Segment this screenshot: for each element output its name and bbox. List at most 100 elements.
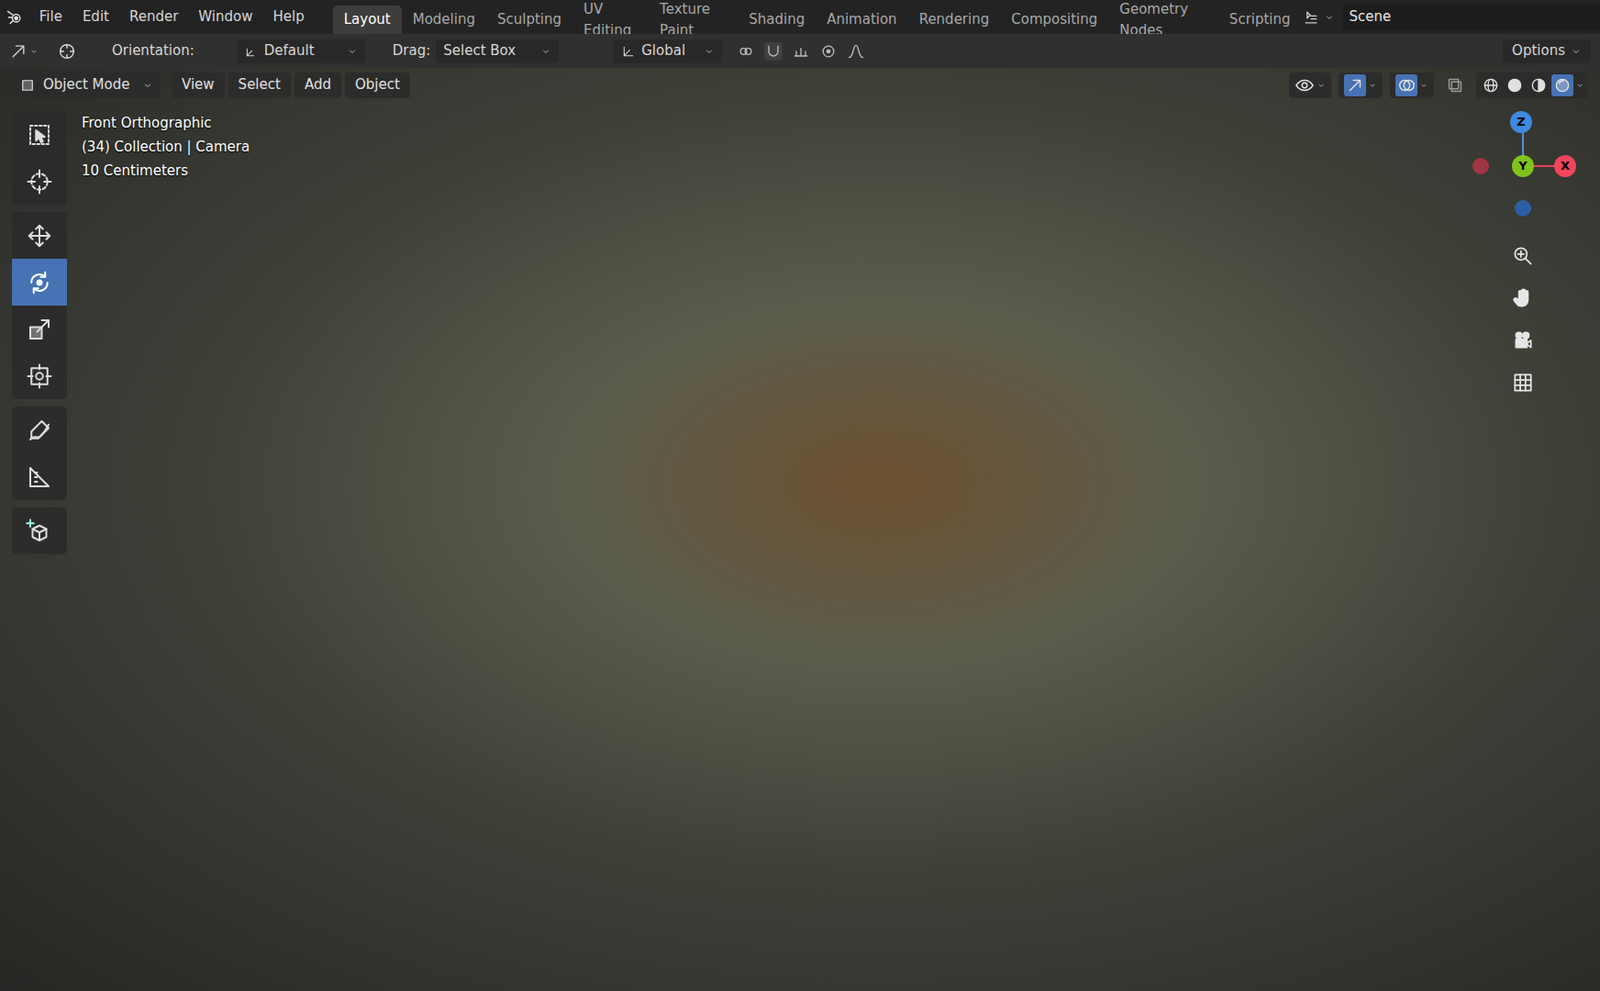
gizmo-y-axis[interactable]: Y — [1511, 155, 1534, 178]
object-mode-icon — [19, 77, 36, 94]
proportional-icon[interactable] — [819, 42, 838, 61]
gizmo-toggle[interactable] — [1338, 72, 1383, 99]
viewport-info: Front Orthographic(34) Collection | Came… — [81, 111, 250, 991]
tool-group — [11, 211, 67, 400]
navigation: ZYX — [1463, 111, 1583, 991]
overlays-toggle[interactable] — [1389, 72, 1434, 99]
menu-item[interactable]: Help — [263, 0, 315, 34]
viewport-header: Object Mode ViewSelectAddObject — [0, 67, 1600, 102]
workspace-tab[interactable]: UV Editing — [572, 5, 649, 34]
workspace-tab[interactable]: Compositing — [1000, 5, 1109, 34]
dropdown-arrow-icon — [346, 45, 358, 57]
viewport-display-controls — [1288, 72, 1589, 99]
tool-move-button[interactable] — [11, 211, 67, 259]
tool-measure-button[interactable] — [11, 453, 67, 500]
pivot-icon[interactable] — [56, 41, 85, 62]
workspace-tab[interactable]: Geometry Nodes — [1108, 5, 1219, 34]
tool-scale-button[interactable] — [11, 305, 67, 353]
menu-item[interactable]: Window — [188, 0, 263, 34]
dropdown-value: Global — [641, 40, 699, 62]
workspace-tab[interactable]: Modeling — [401, 5, 487, 34]
active-tool[interactable] — [9, 42, 52, 61]
gizmo-neg-x-axis[interactable] — [1472, 157, 1489, 175]
menu-item[interactable]: File — [29, 0, 73, 34]
snapping-tools — [736, 42, 866, 61]
viewport-menu[interactable]: Object — [344, 72, 411, 99]
viewport-menu[interactable]: View — [171, 72, 225, 99]
tool-group — [11, 406, 67, 500]
dropdown-value: Select Box — [443, 40, 535, 62]
orientation-dropdown[interactable]: Default — [236, 39, 366, 64]
workspace-tab[interactable]: Sculpting — [486, 5, 573, 34]
workspace-tab[interactable]: Rendering — [908, 5, 1001, 34]
tool-settings-icon — [9, 42, 28, 61]
hand-icon[interactable] — [1506, 281, 1540, 315]
snap-target-icon[interactable] — [791, 42, 811, 61]
dropdown-arrow-icon — [540, 45, 552, 57]
tool-header: Orientation: Default Drag: Select Box Global… — [0, 33, 1600, 68]
gizmo-x-axis[interactable]: X — [1554, 155, 1577, 178]
workspace-tab[interactable]: Texture Paint — [648, 5, 738, 34]
scene-selector[interactable] — [1301, 8, 1335, 27]
dropdown-arrow-icon — [1316, 80, 1326, 90]
dropdown-value: Default — [264, 40, 342, 62]
transform-orientation-dropdown[interactable]: Global — [613, 39, 723, 64]
drag-dropdown[interactable]: Select Box — [435, 39, 559, 64]
xray-icon[interactable] — [1441, 75, 1469, 96]
tool-cursor-button[interactable] — [11, 157, 67, 205]
dropdown-arrow-icon — [703, 45, 715, 57]
tool-select-button[interactable] — [11, 111, 67, 158]
mode-value: Object Mode — [43, 74, 135, 96]
viewport-menu[interactable]: Select — [228, 72, 291, 99]
snap-icon[interactable] — [764, 42, 783, 61]
options-label: Options — [1511, 40, 1566, 62]
shading-modes — [1476, 72, 1589, 99]
viewport-render[interactable]: Object Mode ViewSelectAddObject Front Orth… — [0, 67, 1600, 991]
viewport-body: Front Orthographic(34) Collection | Came… — [0, 101, 1600, 991]
viewport-menu[interactable]: Add — [294, 72, 342, 99]
tool-add-cube-button[interactable] — [11, 507, 67, 555]
falloff-icon[interactable] — [846, 42, 866, 61]
zoom-icon[interactable] — [1506, 239, 1540, 273]
orientation-label: Orientation: — [111, 40, 195, 62]
top-bar: FileEditRenderWindowHelpLayoutModelingSc… — [0, 0, 1600, 34]
shading-solid-icon[interactable] — [1503, 74, 1526, 97]
workspace-tab[interactable]: Scripting — [1218, 5, 1302, 34]
tool-group — [11, 111, 67, 205]
shading-rendered-icon[interactable] — [1551, 74, 1574, 97]
dropdown-icon — [29, 46, 39, 56]
visibility[interactable] — [1288, 72, 1332, 99]
gizmo-z-axis[interactable]: Z — [1510, 111, 1533, 134]
menu-item[interactable]: Render — [119, 0, 189, 34]
pivot-point-icon[interactable] — [736, 42, 756, 61]
shading-material-icon[interactable] — [1527, 74, 1550, 97]
blender-logo-icon[interactable] — [0, 8, 30, 27]
workspace-tab[interactable]: Animation — [815, 5, 908, 34]
camera-icon[interactable] — [1506, 323, 1540, 357]
tool-transform-button[interactable] — [11, 352, 67, 400]
workspace-tabs: LayoutModelingSculptingUV EditingTexture… — [333, 0, 1302, 34]
info-line: (34) Collection | Camera — [81, 136, 250, 157]
workspace-tab[interactable]: Layout — [333, 5, 402, 34]
workspace-tab[interactable]: Shading — [737, 5, 816, 34]
drag-label: Drag: — [392, 40, 431, 62]
grid-icon[interactable] — [1506, 366, 1540, 400]
tool-annotate-button[interactable] — [11, 406, 67, 454]
scene-icon[interactable] — [1301, 8, 1321, 27]
tool-rotate-button[interactable] — [11, 258, 67, 306]
transform-orientation-dropdown-icon — [621, 44, 636, 59]
menu-item[interactable]: Edit — [72, 0, 120, 34]
dropdown-arrow-icon — [1575, 80, 1585, 90]
options-dropdown[interactable]: Options — [1502, 39, 1591, 64]
mode-dropdown[interactable]: Object Mode — [11, 72, 161, 99]
dropdown-arrow-icon — [1570, 45, 1582, 57]
info-line: 10 Centimeters — [81, 160, 250, 181]
navigation-gizmo[interactable]: ZYX — [1467, 111, 1578, 222]
spacer — [264, 111, 1449, 991]
gizmo-neg-z-axis[interactable] — [1514, 200, 1532, 217]
scene-field[interactable]: Scene — [1342, 4, 1600, 30]
toolbar — [11, 111, 67, 991]
shading-wireframe-icon[interactable] — [1479, 74, 1502, 97]
overlays-toggle-icon — [1395, 74, 1418, 97]
orientation-dropdown-icon — [244, 44, 259, 59]
